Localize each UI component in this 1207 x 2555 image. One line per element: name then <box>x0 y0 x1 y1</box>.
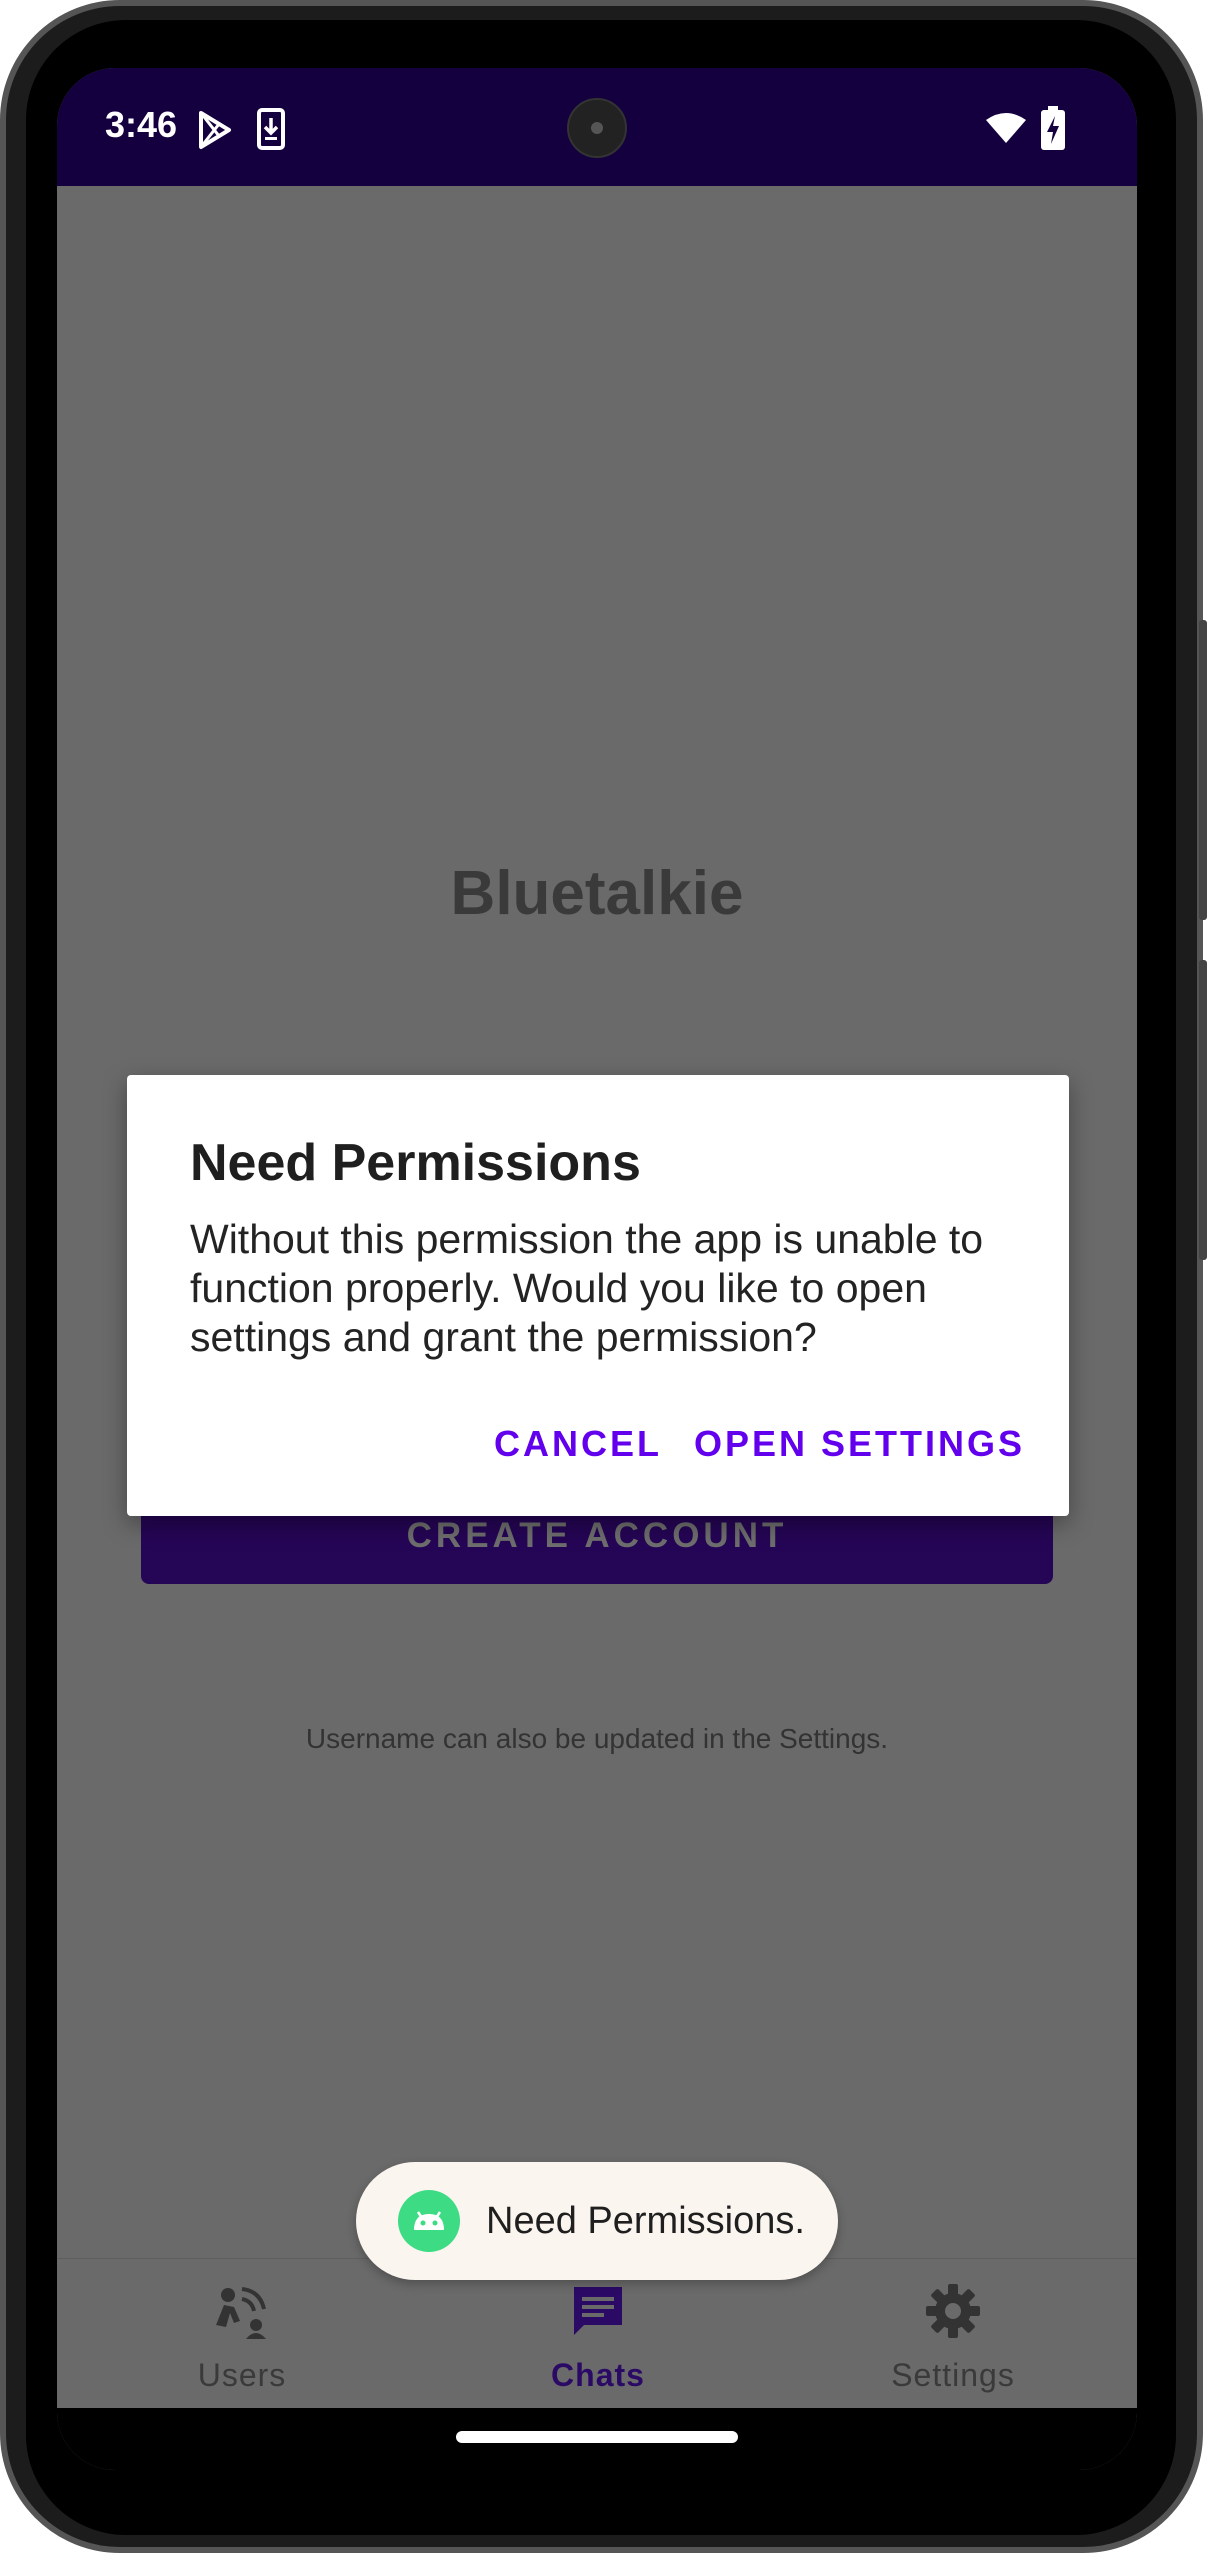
play-store-icon <box>199 111 231 149</box>
nav-label-chats: Chats <box>551 2357 645 2393</box>
dialog-title: Need Permissions <box>190 1134 641 1192</box>
nav-label-settings: Settings <box>891 2357 1015 2393</box>
front-camera <box>567 98 627 158</box>
users-nearby-icon <box>216 2287 266 2339</box>
nav-item-settings[interactable]: Settings <box>803 2259 1103 2409</box>
cancel-button[interactable]: CANCEL <box>494 1423 662 1465</box>
power-button <box>1199 960 1207 1260</box>
gesture-handle[interactable] <box>456 2431 738 2443</box>
wifi-icon <box>986 113 1026 143</box>
toast-message: Need Permissions. <box>486 2200 805 2242</box>
chat-icon <box>574 2287 622 2335</box>
dialog-message: Without this permission the app is unabl… <box>190 1216 984 1360</box>
volume-button <box>1199 620 1207 920</box>
status-time: 3:46 <box>105 104 178 145</box>
screen: 3:46 Bluetalkie CREATE ACCOUNT Username … <box>57 68 1137 2470</box>
nav-label-users: Users <box>197 2357 287 2393</box>
gear-icon <box>926 2284 980 2338</box>
nav-item-users[interactable]: Users <box>92 2259 392 2409</box>
status-bar: 3:46 <box>57 68 1137 186</box>
download-icon <box>257 108 285 150</box>
app-title: Bluetalkie <box>450 859 744 928</box>
battery-charging-icon <box>1041 106 1065 150</box>
permission-dialog: Need Permissions Without this permission… <box>127 1075 1069 1516</box>
open-settings-button[interactable]: OPEN SETTINGS <box>694 1423 1025 1465</box>
toast: Need Permissions. <box>356 2162 838 2280</box>
nav-item-chats[interactable]: Chats <box>448 2259 748 2409</box>
android-icon <box>398 2190 460 2252</box>
username-hint: Username can also be updated in the Sett… <box>305 1723 889 1754</box>
bottom-navigation: Users Chats Settings <box>57 2258 1137 2409</box>
